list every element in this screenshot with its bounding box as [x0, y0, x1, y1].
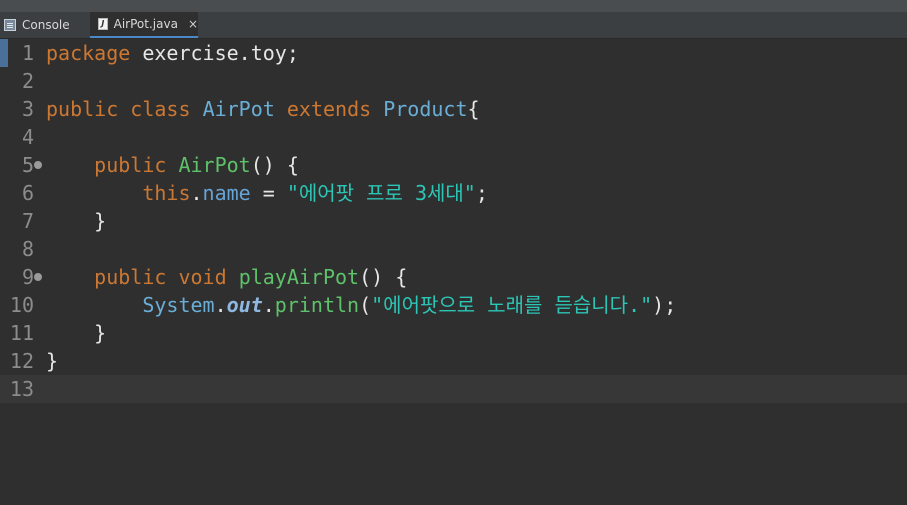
code-token: System [142, 293, 215, 317]
console-icon [4, 19, 16, 31]
code-token: ); [652, 293, 677, 317]
code-token: playAirPot [238, 265, 360, 289]
line-number: 7 [21, 209, 34, 233]
line-number: 6 [21, 181, 34, 205]
tab-airpot-java[interactable]: J AirPot.java × [90, 12, 198, 38]
line-number: 11 [9, 321, 34, 345]
code-token: exercise.toy; [130, 41, 299, 65]
code-token: name [202, 181, 251, 205]
close-icon[interactable]: × [188, 17, 198, 31]
line-number: 1 [21, 41, 34, 65]
tab-airpot-java-label: AirPot.java [113, 17, 178, 31]
code-token: out [226, 293, 263, 317]
code-token: package [46, 41, 131, 65]
fold-toggle-icon[interactable] [34, 161, 42, 169]
code-line[interactable]: 10 System.out.println("에어팟으로 노래를 듣습니다.")… [0, 291, 907, 319]
code-token: } [46, 349, 59, 373]
code-token: } [46, 321, 107, 345]
code-token: () { [359, 265, 408, 289]
code-token: . [262, 293, 275, 317]
code-token: println [274, 293, 360, 317]
code-token: public [46, 97, 119, 121]
code-text: package exercise.toy; [46, 39, 299, 67]
line-number: 13 [9, 377, 34, 401]
code-text: System.out.println("에어팟으로 노래를 듣습니다."); [46, 291, 676, 319]
java-file-icon: J [98, 18, 108, 30]
code-text: public void playAirPot() { [46, 263, 407, 291]
code-token: extends [286, 97, 372, 121]
code-line[interactable]: 13 [0, 375, 907, 403]
code-token: Product [383, 97, 468, 121]
code-token: } [46, 209, 107, 233]
code-text: } [46, 347, 58, 375]
code-text: } [46, 207, 106, 235]
code-token: AirPot [202, 97, 275, 121]
code-editor[interactable]: 1 package exercise.toy; 2 3 public class Air… [0, 39, 907, 505]
code-token: "에어팟으로 노래를 듣습니다." [371, 293, 653, 317]
code-line[interactable]: 11 } [0, 319, 907, 347]
code-line[interactable]: 6 this.name = "에어팟 프로 3세대"; [0, 179, 907, 207]
code-text: this.name = "에어팟 프로 3세대"; [46, 179, 488, 207]
code-line[interactable]: 4 [0, 123, 907, 151]
code-line[interactable]: 3 public class AirPot extends Product{ [0, 95, 907, 123]
code-token: ; [475, 181, 488, 205]
code-token: = [250, 181, 287, 205]
code-token: . [214, 293, 227, 317]
line-number: 2 [21, 69, 34, 93]
code-token: { [467, 97, 480, 121]
fold-toggle-icon[interactable] [34, 273, 42, 281]
code-token: public [94, 265, 167, 289]
code-line[interactable]: 2 [0, 67, 907, 95]
tab-console[interactable]: Console [0, 12, 90, 38]
code-token: this [142, 181, 191, 205]
code-token: AirPot [178, 153, 251, 177]
code-token: () { [250, 153, 299, 177]
line-number: 5 [21, 153, 34, 177]
editor-tab-bar: Console J AirPot.java × [0, 12, 907, 39]
code-token: void [178, 265, 227, 289]
line-number: 3 [21, 97, 34, 121]
code-token: public [94, 153, 167, 177]
code-line[interactable]: 5 public AirPot() { [0, 151, 907, 179]
code-line[interactable]: 9 public void playAirPot() { [0, 263, 907, 291]
line-number: 8 [21, 237, 34, 261]
line-number: 12 [9, 349, 34, 373]
code-token: . [190, 181, 203, 205]
code-token: class [130, 97, 191, 121]
line-number: 4 [21, 125, 34, 149]
line-number: 10 [9, 293, 34, 317]
tab-console-label: Console [22, 18, 70, 32]
code-line[interactable]: 1 package exercise.toy; [0, 39, 907, 67]
code-line[interactable]: 8 [0, 235, 907, 263]
code-line[interactable]: 12} [0, 347, 907, 375]
code-text: } [46, 319, 106, 347]
code-text: public AirPot() { [46, 151, 299, 179]
code-line[interactable]: 7 } [0, 207, 907, 235]
line-number: 9 [21, 265, 34, 289]
code-token: "에어팟 프로 3세대" [286, 181, 476, 205]
code-text: public class AirPot extends Product{ [46, 95, 480, 123]
code-token: ( [359, 293, 372, 317]
window-top-bar [0, 0, 907, 12]
